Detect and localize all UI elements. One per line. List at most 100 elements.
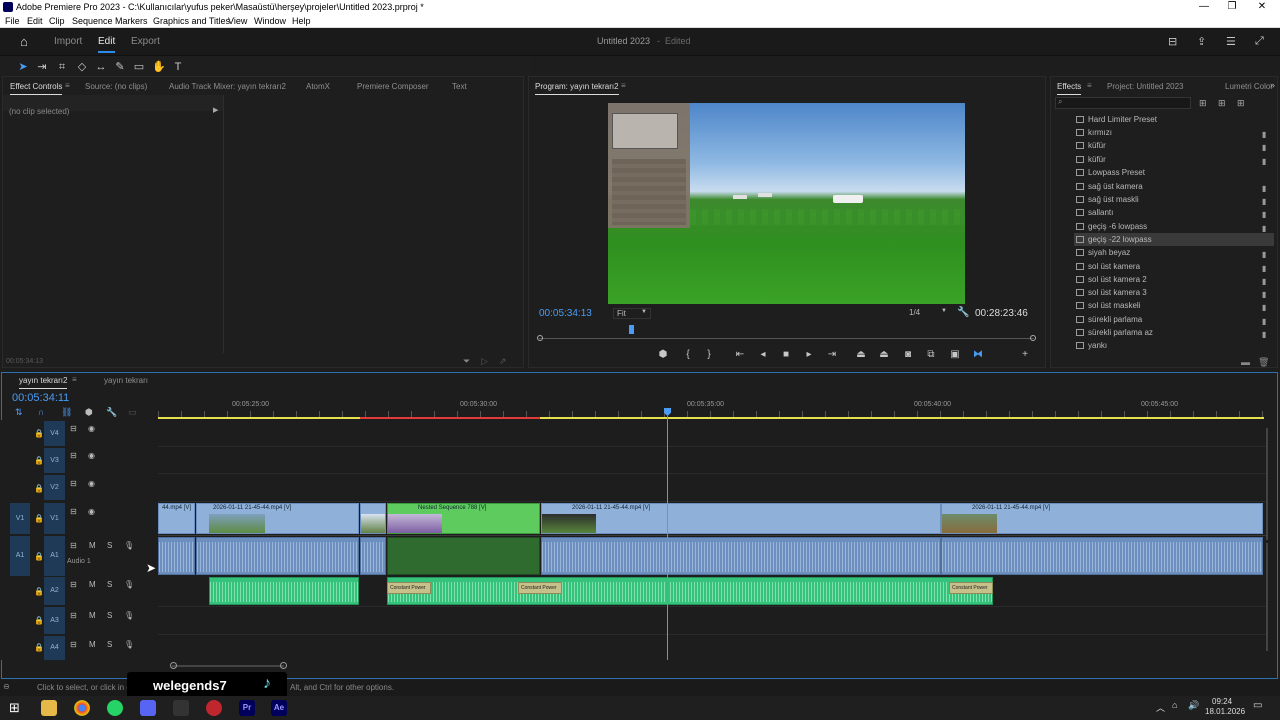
menu-clip[interactable]: Clip — [49, 14, 65, 28]
premiere-taskbar-icon[interactable]: Pr — [239, 700, 255, 716]
tab-sequence-active[interactable]: yayın tekrarı2 — [19, 376, 68, 389]
mic-icon[interactable]: 🎙 — [124, 611, 134, 620]
effect-item[interactable]: sol üst maskeli ▮ — [1074, 299, 1274, 312]
fullscreen-icon[interactable]: ⤢ — [1255, 35, 1264, 48]
menu-edit[interactable]: Edit — [27, 14, 43, 28]
timeline-playhead[interactable] — [667, 416, 668, 660]
type-tool-icon[interactable]: T — [171, 60, 185, 74]
tray-chevron-icon[interactable]: ︿ — [1156, 701, 1165, 714]
network-icon[interactable]: ⌂ — [1172, 700, 1177, 710]
effect-item[interactable]: Lowpass Preset — [1074, 166, 1274, 179]
toggle-proxies-icon[interactable]: ⧓ — [971, 348, 985, 362]
transition-constant-power[interactable]: Constant Power — [518, 582, 562, 594]
nest-icon[interactable]: ⇅ — [15, 407, 23, 418]
step-forward-icon[interactable]: ▸ — [802, 348, 816, 362]
accelerated-icon[interactable]: ⊞ — [1199, 98, 1207, 109]
effect-item[interactable]: küfür ▮ — [1074, 139, 1274, 152]
clock-time[interactable]: 09:24 — [1212, 697, 1232, 706]
sync-lock-icon[interactable]: ⊟ — [70, 451, 77, 460]
menu-markers[interactable]: Markers — [115, 14, 148, 28]
transition-constant-power[interactable]: Constant Power — [949, 582, 993, 594]
lock-icon[interactable]: 🔒 — [34, 484, 44, 493]
scrubber-start-handle[interactable] — [537, 335, 543, 341]
linked-selection-icon[interactable]: ⛓ — [61, 407, 72, 418]
ripple-tool-icon[interactable]: ⌗ — [55, 60, 69, 74]
tab-effect-controls[interactable]: Effect Controls — [10, 82, 63, 95]
camera-icon[interactable]: ◙ — [901, 348, 915, 362]
resolution-dropdown[interactable]: 1/4 ▼ — [909, 308, 947, 317]
extract-icon[interactable]: ⏏ — [877, 348, 891, 362]
effect-item[interactable]: sallantı ▮ — [1074, 206, 1274, 219]
mute-icon[interactable]: M — [89, 580, 96, 589]
slip-tool-icon[interactable]: ↔ — [94, 60, 108, 74]
minimize-button[interactable]: — — [1192, 0, 1216, 14]
effect-item[interactable]: sürekli parlama az ▮ — [1074, 326, 1274, 339]
playhead-marker[interactable] — [629, 325, 634, 334]
filter-icon[interactable]: ⏷ — [463, 356, 470, 367]
rectangle-tool-icon[interactable]: ▭ — [132, 60, 146, 74]
video-clip[interactable]: 2026-01-11 21-45-44.mp4 [V] — [196, 503, 359, 534]
audio-clip[interactable] — [387, 577, 993, 605]
tab-atomx[interactable]: AtomX — [306, 82, 330, 91]
eye-icon[interactable]: ◉ — [88, 507, 95, 516]
source-patch-a1[interactable]: A1 — [10, 536, 30, 576]
track-v4[interactable]: V4 — [44, 421, 65, 446]
audio-clip[interactable] — [196, 537, 359, 575]
sync-lock-icon[interactable]: ⊟ — [70, 541, 77, 550]
effect-item[interactable]: kırmızı ▮ — [1074, 126, 1274, 139]
program-video-frame[interactable] — [608, 103, 965, 304]
audio-clip[interactable] — [941, 537, 1263, 575]
fit-dropdown[interactable]: Fit ▼ — [613, 308, 651, 319]
effect-item-selected[interactable]: geçiş -22 lowpass — [1074, 233, 1274, 246]
play-only-icon[interactable]: ▷ — [481, 356, 488, 367]
export-frame-icon[interactable]: ⇗ — [499, 356, 507, 367]
mute-icon[interactable]: M — [89, 611, 96, 620]
tab-sequence[interactable]: yayın tekrarı — [104, 376, 148, 385]
marker-icon[interactable]: ⬢ — [85, 407, 93, 418]
horizontal-scrollbar[interactable] — [172, 665, 284, 667]
wrench-icon[interactable]: 🔧 — [957, 307, 969, 318]
track-a2[interactable]: A2 — [44, 577, 65, 605]
file-explorer-icon[interactable] — [41, 700, 57, 716]
tab-export[interactable]: Export — [131, 36, 160, 47]
app-icon[interactable] — [173, 700, 189, 716]
share-icon[interactable]: ⇪ — [1197, 35, 1206, 48]
sync-lock-icon[interactable]: ⊟ — [70, 507, 77, 516]
delete-icon[interactable]: 🗑 — [1258, 357, 1269, 368]
effect-item[interactable]: sağ üst kamera ▮ — [1074, 180, 1274, 193]
solo-icon[interactable]: S — [107, 541, 112, 550]
effect-item[interactable]: sağ üst maskli ▮ — [1074, 193, 1274, 206]
program-menu-icon[interactable]: ≡ — [621, 81, 626, 90]
volume-icon[interactable]: 🔊 — [1188, 700, 1199, 711]
sync-lock-icon[interactable]: ⊟ — [70, 424, 77, 433]
captions-icon[interactable]: ▭ — [128, 407, 137, 418]
effects-menu-icon[interactable]: ≡ — [1087, 81, 1092, 90]
menu-window[interactable]: Window — [254, 14, 286, 28]
audio-clip[interactable] — [541, 537, 941, 575]
menu-icon[interactable]: ☰ — [1226, 35, 1236, 48]
lock-icon[interactable]: 🔒 — [34, 587, 44, 596]
effect-item[interactable]: sol üst kamera 2 ▮ — [1074, 273, 1274, 286]
clock-date[interactable]: 18.01.2026 — [1205, 707, 1245, 716]
audio-clip[interactable] — [209, 577, 359, 605]
tab-text[interactable]: Text — [452, 82, 467, 91]
step-back-icon[interactable]: ◂ — [756, 348, 770, 362]
lift-icon[interactable]: ⏏ — [854, 348, 868, 362]
maximize-button[interactable]: ❐ — [1220, 0, 1244, 14]
tab-edit[interactable]: Edit — [98, 36, 116, 53]
new-bin-icon[interactable]: ▬ — [1241, 357, 1250, 367]
sync-lock-icon[interactable]: ⊟ — [70, 580, 77, 589]
effect-item[interactable]: sol üst kamera 3 ▮ — [1074, 286, 1274, 299]
video-clip[interactable] — [360, 503, 386, 534]
tab-audio-mixer[interactable]: Audio Track Mixer: yayın tekrarı2 — [169, 82, 286, 91]
expand-arrow-icon[interactable]: ▶ — [213, 106, 218, 114]
video-clip[interactable]: 2026-01-11 21-45-44.mp4 [V] — [541, 503, 941, 534]
track-v1[interactable]: V1 — [44, 503, 65, 534]
audio-clip[interactable] — [360, 537, 386, 575]
lock-icon[interactable]: 🔒 — [34, 643, 44, 652]
sync-lock-icon[interactable]: ⊟ — [70, 611, 77, 620]
more-panels-icon[interactable]: » — [1270, 80, 1275, 90]
pen-tool-icon[interactable]: ✎ — [113, 60, 127, 74]
video-clip[interactable]: 2026-01-11 21-45-44.mp4 [V] — [941, 503, 1263, 534]
stop-icon[interactable]: ■ — [779, 348, 793, 362]
